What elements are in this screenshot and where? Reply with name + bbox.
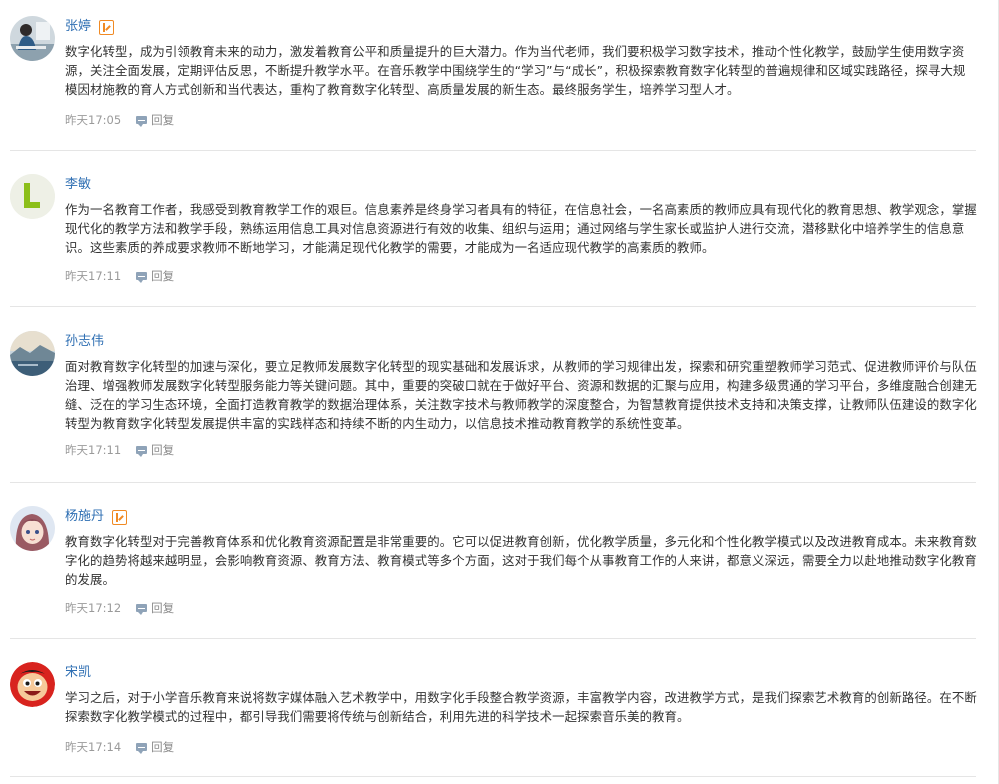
comment-bubble-icon [136, 116, 148, 127]
comment-text: 数字化转型，成为引领教育未来的动力，激发着教育公平和质量提升的巨大潜力。作为当代… [65, 44, 966, 97]
comment-time: 昨天17:05 [65, 113, 122, 127]
author-name[interactable]: 张婷 [65, 18, 91, 36]
comment-time: 昨天17:11 [65, 443, 122, 457]
comment-item: 宋凯 学习之后，对于小学音乐教育来说将数字媒体融入艺术教学中，用数字化手段整合教… [0, 662, 999, 762]
reply-label: 回复 [151, 601, 175, 615]
cartoon-face-avatar [10, 662, 55, 707]
comment-time: 昨天17:11 [65, 269, 122, 283]
comment-bubble-icon [136, 604, 148, 615]
comment-text: 面对教育数字化转型的加速与深化，要立足教师发展数字化转型的现实基础和发展诉求，从… [65, 359, 977, 431]
comment-time: 昨天17:12 [65, 601, 122, 615]
comment-bubble-icon [136, 743, 148, 754]
comment-time: 昨天17:14 [65, 740, 122, 754]
comment-text: 学习之后，对于小学音乐教育来说将数字媒体融入艺术教学中，用数字化手段整合教学资源… [65, 690, 977, 724]
reply-label: 回复 [151, 740, 175, 754]
author-name[interactable]: 杨施丹 [65, 508, 104, 526]
anime-girl-avatar [10, 506, 55, 551]
divider [10, 306, 976, 307]
reply-label: 回复 [151, 269, 175, 283]
avatar[interactable] [10, 331, 55, 376]
letter-l-avatar [10, 174, 55, 219]
comment-bubble-icon [136, 446, 148, 457]
avatar[interactable] [10, 506, 55, 551]
reply-button[interactable]: 回复 [136, 442, 174, 458]
divider [10, 482, 976, 483]
comment-item: 孙志伟 面对教育数字化转型的加速与深化，要立足教师发展数字化转型的现实基础和发展… [0, 331, 999, 461]
author-name[interactable]: 宋凯 [65, 664, 91, 682]
landscape-avatar [10, 331, 55, 376]
reply-label: 回复 [151, 443, 175, 457]
comment-bubble-icon [136, 272, 148, 283]
avatar[interactable] [10, 662, 55, 707]
reply-button[interactable]: 回复 [136, 112, 174, 128]
divider [10, 776, 976, 777]
comment-text: 作为一名教育工作者，我感受到教育教学工作的艰巨。信息素养是终身学习者具有的特征，… [65, 202, 977, 255]
comment-item: 杨施丹 教育数字化转型对于完善教育体系和优化教育资源配置是非常重要的。它可以促进… [0, 506, 999, 616]
reply-label: 回复 [151, 113, 175, 127]
divider [10, 638, 976, 639]
person-at-desk-avatar [10, 16, 55, 61]
certified-teacher-badge-icon [99, 19, 115, 35]
comment-text: 教育数字化转型对于完善教育体系和优化教育资源配置是非常重要的。它可以促进教育创新… [65, 534, 977, 587]
avatar[interactable] [10, 16, 55, 61]
reply-button[interactable]: 回复 [136, 600, 174, 616]
comment-item: 李敏 作为一名教育工作者，我感受到教育教学工作的艰巨。信息素养是终身学习者具有的… [0, 174, 999, 284]
reply-button[interactable]: 回复 [136, 268, 174, 284]
author-name[interactable]: 孙志伟 [65, 333, 104, 351]
author-name[interactable]: 李敏 [65, 176, 91, 194]
divider [10, 150, 976, 151]
reply-button[interactable]: 回复 [136, 739, 174, 755]
avatar[interactable] [10, 174, 55, 219]
certified-teacher-badge-icon [112, 509, 128, 525]
comment-item: 张婷 数字化转型，成为引领教育未来的动力，激发着教育公平和质量提升的巨大潜力。作… [0, 16, 999, 136]
